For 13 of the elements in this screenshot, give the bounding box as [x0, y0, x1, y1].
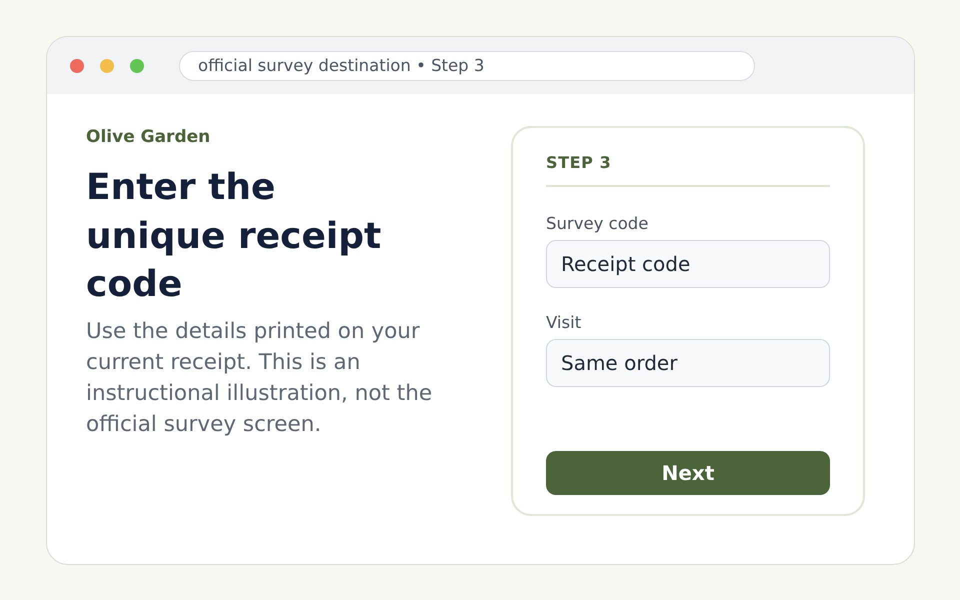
field-label: Visit: [546, 312, 582, 334]
step-label: STEP 3: [546, 153, 612, 173]
next-button[interactable]: Next: [546, 451, 830, 495]
page-heading: Enter the unique receipt code: [86, 166, 382, 307]
input-field[interactable]: Same order: [546, 339, 830, 387]
field-label: Survey code: [546, 213, 648, 235]
input-field[interactable]: Receipt code: [546, 240, 830, 288]
window-dot-icon[interactable]: [100, 58, 114, 72]
window-dot-icon[interactable]: [70, 58, 84, 72]
address-bar[interactable]: official survey destination • Step 3: [179, 50, 755, 80]
brand-name: Olive Garden: [86, 126, 210, 148]
window-dot-icon[interactable]: [130, 58, 144, 72]
description-text: Use the details printed on your current receipt. This is an instructional illustration, not the official survey screen.: [86, 318, 434, 438]
